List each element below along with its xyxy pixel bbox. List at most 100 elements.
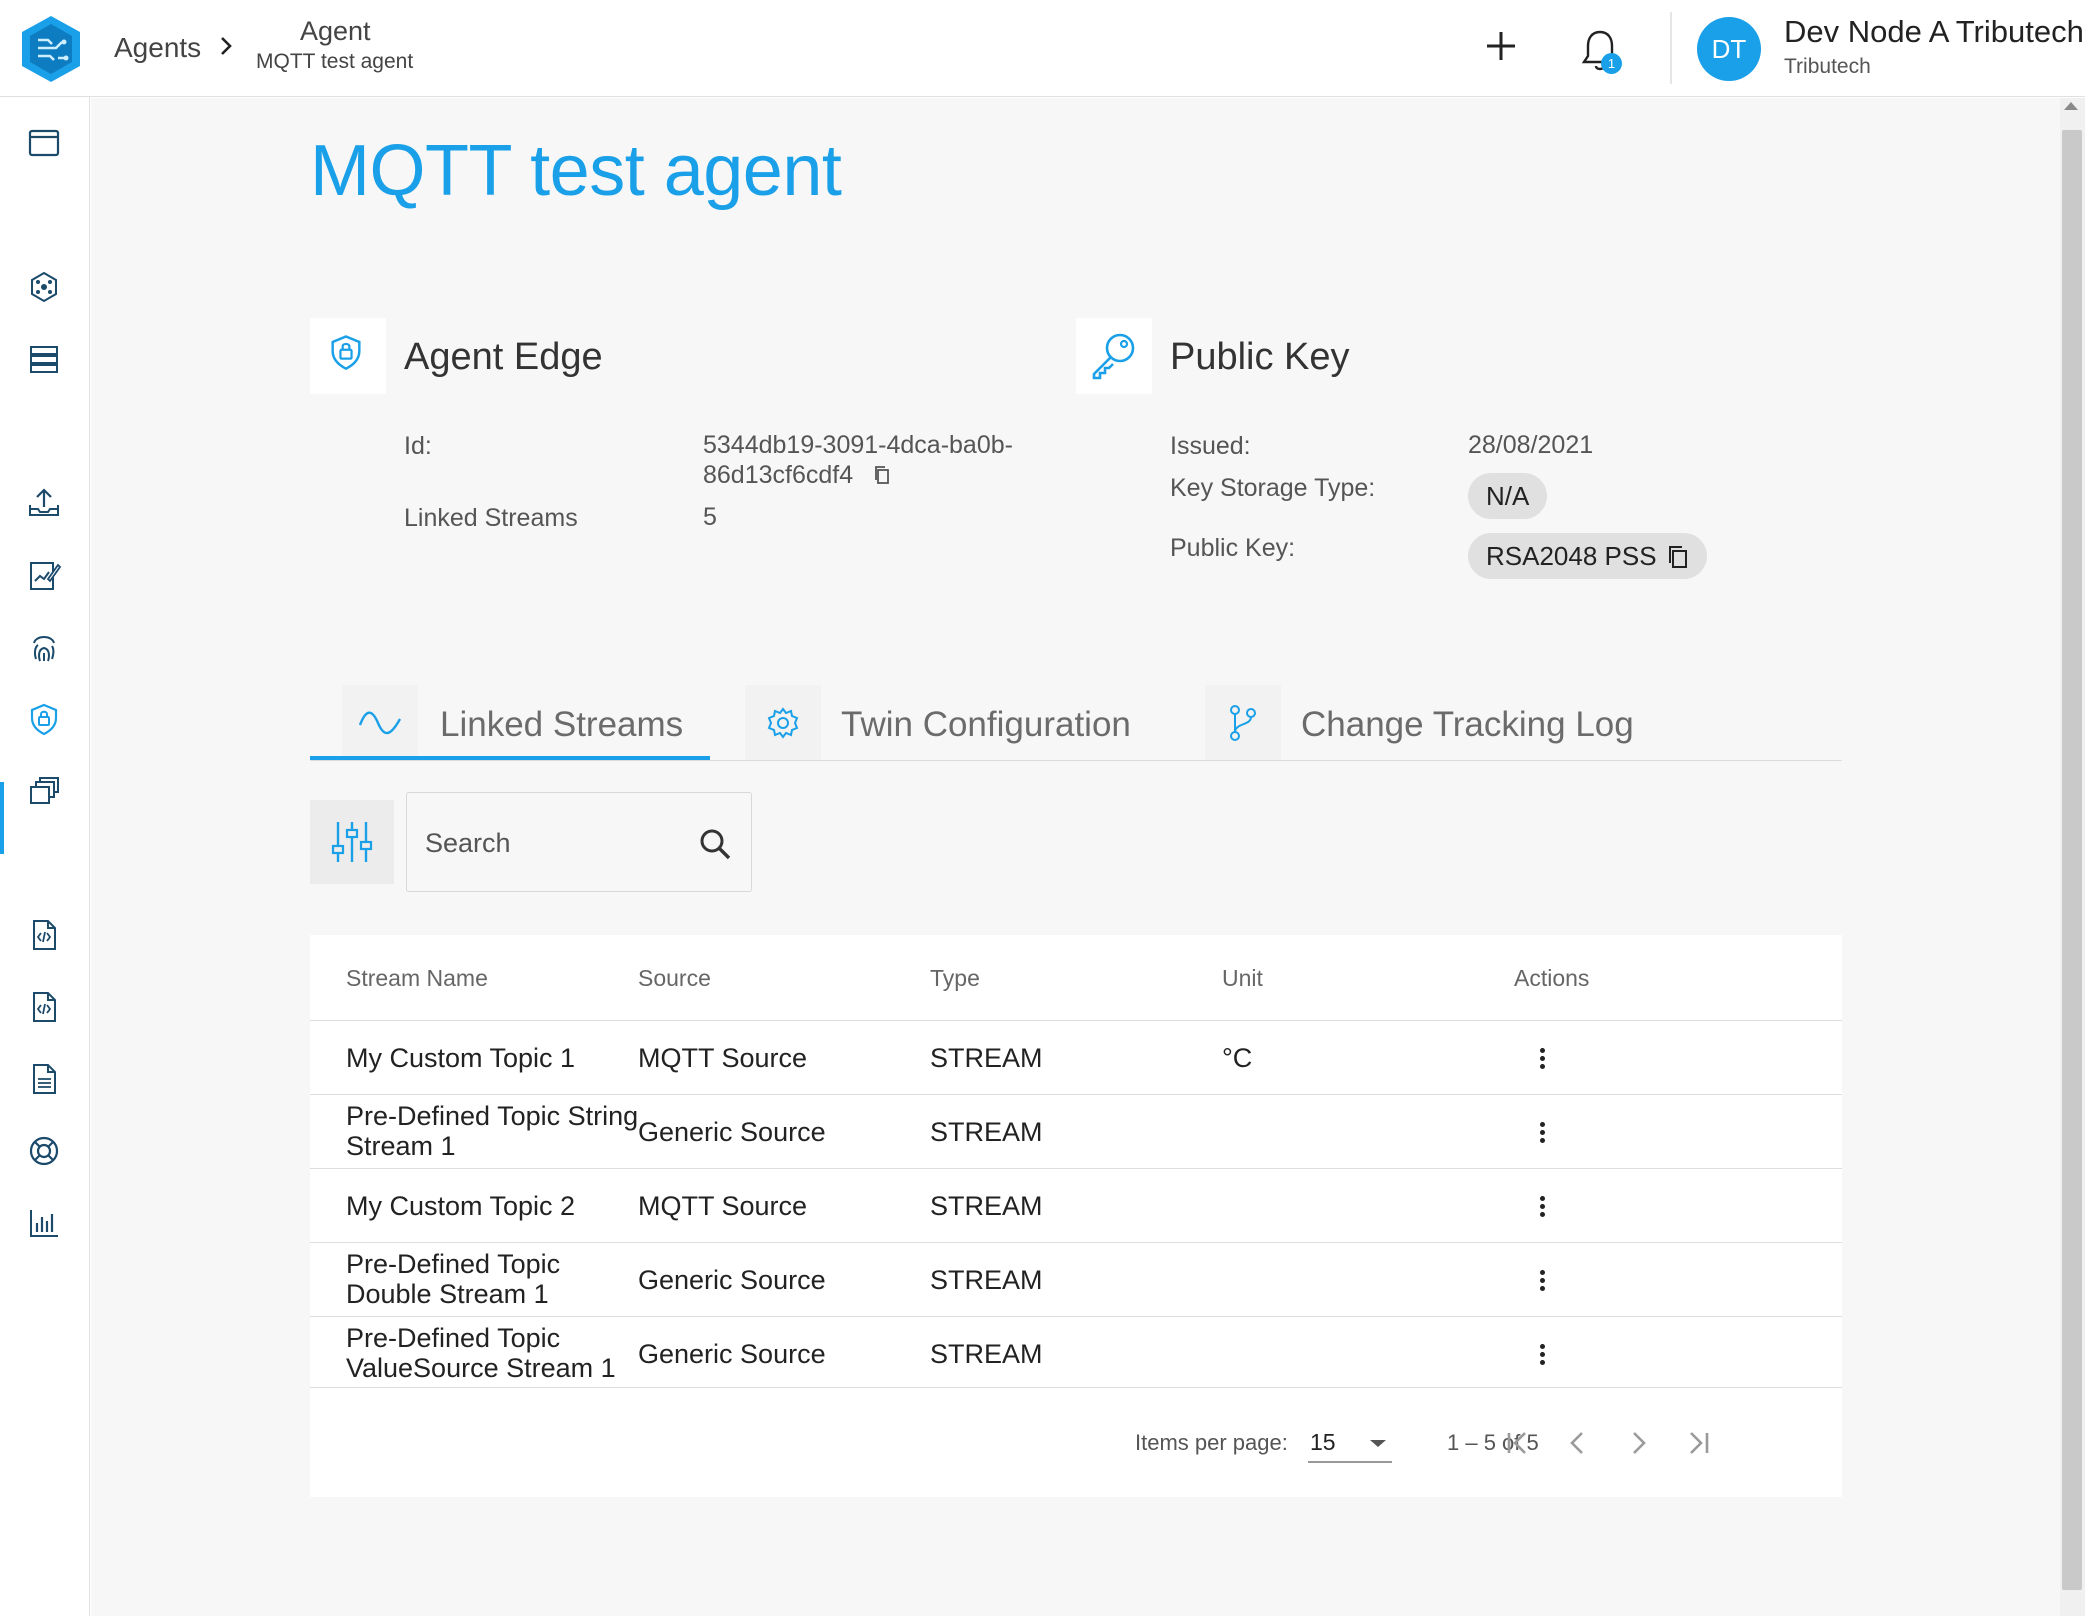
key-storage-type-label: Key Storage Type: [1170,474,1376,502]
linked-streams-value: 5 [703,503,717,531]
table-row[interactable]: Pre-Defined Topic String Stream 1 Generi… [310,1094,1842,1168]
table-row[interactable]: Pre-Defined Topic Double Stream 1 Generi… [310,1242,1842,1316]
linked-streams-label: Linked Streams [404,504,578,532]
stream-name-cell-line2: Stream 1 [346,1131,456,1161]
tab-linked-streams[interactable]: Linked Streams [342,685,712,761]
public-key-chip[interactable]: RSA2048 PSS [1468,533,1707,579]
stream-name-cell: Pre-Defined Topic [346,1323,561,1353]
tab-linked-streams-icon-box [342,685,418,761]
edit-chart-icon[interactable] [26,557,62,593]
tab-change-tracking-icon-box [1205,685,1281,761]
previous-page-icon[interactable] [1560,1425,1596,1461]
stream-name-cell-line2: Double Stream 1 [346,1279,549,1309]
key-storage-type-chip: N/A [1468,473,1548,519]
last-page-icon[interactable] [1680,1425,1716,1461]
id-value-line1: 5344db19-3091-4dca-ba0b- [703,431,1013,459]
tab-linked-streams-label: Linked Streams [440,705,684,744]
filter-sliders-icon [331,822,373,862]
row-actions-menu-icon[interactable] [1530,1193,1554,1223]
stream-name-cell: My Custom Topic 2 [346,1191,576,1221]
source-cell: Generic Source [638,1265,826,1295]
type-cell: STREAM [930,1117,1043,1147]
agent-shield-icon[interactable] [26,701,62,737]
code-file-icon-2[interactable] [26,989,62,1025]
agent-edge-icon-box [310,318,386,394]
public-key-heading: Public Key [1170,336,1350,378]
source-cell: Generic Source [638,1117,826,1147]
first-page-icon[interactable] [1500,1425,1536,1461]
linked-streams-table: Stream Name Source Type Unit Actions My … [310,935,1842,1497]
search-input[interactable] [425,823,685,863]
header-divider [1670,12,1672,84]
scroll-up-arrow-icon[interactable] [2064,102,2078,110]
dropdown-caret-icon [1370,1440,1386,1447]
table-row[interactable]: My Custom Topic 1 MQTT Source STREAM °C [310,1020,1842,1094]
public-key-value: RSA2048 PSS [1486,541,1657,571]
issued-label: Issued: [1170,432,1251,460]
sidebar-active-indicator [0,782,4,854]
row-actions-menu-icon[interactable] [1530,1045,1554,1075]
column-header-unit[interactable]: Unit [1222,965,1263,992]
search-field[interactable] [406,792,752,892]
source-cell: MQTT Source [638,1191,808,1221]
search-icon[interactable] [697,826,733,862]
code-file-icon[interactable] [26,917,62,953]
shield-lock-icon [331,335,361,371]
public-key-icon-box [1076,318,1152,394]
filter-button[interactable] [310,800,394,884]
database-icon[interactable] [26,341,62,377]
copy-id-icon[interactable] [873,464,891,486]
items-per-page-value: 15 [1310,1429,1336,1455]
tab-bar-divider [310,760,1842,761]
lifebuoy-icon[interactable] [26,1133,62,1169]
items-per-page-select[interactable]: 15 [1308,1423,1392,1463]
row-actions-menu-icon[interactable] [1530,1341,1554,1371]
source-cell: Generic Source [638,1339,826,1369]
scrollbar-thumb[interactable] [2062,130,2082,1590]
tab-change-tracking-log[interactable]: Change Tracking Log [1205,685,1634,761]
layers-icon[interactable] [26,773,62,809]
key-icon [1092,333,1135,380]
sidebar [0,97,90,1616]
row-actions-menu-icon[interactable] [1530,1267,1554,1297]
upload-icon[interactable] [26,485,62,521]
next-page-icon[interactable] [1620,1425,1656,1461]
stream-name-cell: Pre-Defined Topic String [346,1101,639,1131]
table-row[interactable]: My Custom Topic 2 MQTT Source STREAM [310,1168,1842,1242]
add-icon[interactable] [1483,28,1519,64]
breadcrumb-current-title: Agent [300,16,371,46]
document-icon[interactable] [26,1061,62,1097]
network-icon[interactable] [26,269,62,305]
column-header-source[interactable]: Source [638,965,711,992]
unit-cell: °C [1222,1043,1253,1073]
tab-twin-configuration[interactable]: Twin Configuration [745,685,1145,761]
notification-badge: 1 [1601,53,1622,74]
source-cell: MQTT Source [638,1043,808,1073]
user-name[interactable]: Dev Node A Tributech [1784,14,2084,50]
column-header-stream-name[interactable]: Stream Name [346,965,488,992]
copy-key-icon[interactable] [1667,544,1689,570]
breadcrumb-agents-link[interactable]: Agents [114,32,201,64]
stream-name-cell: My Custom Topic 1 [346,1043,576,1073]
issued-value: 28/08/2021 [1468,431,1594,459]
fingerprint-icon[interactable] [26,629,62,665]
tributech-logo[interactable] [18,14,84,84]
table-row[interactable]: Pre-Defined Topic ValueSource Stream 1 G… [310,1316,1842,1387]
type-cell: STREAM [930,1043,1043,1073]
table-bottom-divider [310,1387,1842,1388]
id-value-line2: 86d13cf6cdf4 [703,461,854,489]
agent-edge-heading: Agent Edge [404,336,603,378]
stream-name-cell: Pre-Defined Topic [346,1249,561,1279]
top-header: Agents Agent MQTT test agent 1 DT Dev No… [0,0,2085,97]
wave-icon [358,711,402,735]
row-actions-menu-icon[interactable] [1530,1119,1554,1149]
column-header-type[interactable]: Type [930,965,980,992]
type-cell: STREAM [930,1191,1043,1221]
window-icon[interactable] [26,125,62,161]
page-title: MQTT test agent [310,131,842,211]
avatar[interactable]: DT [1697,17,1761,81]
stream-name-cell-line2: ValueSource Stream 1 [346,1353,616,1383]
bar-chart-icon[interactable] [26,1205,62,1241]
git-branch-icon [1230,705,1256,741]
items-per-page-label: Items per page: [1135,1430,1288,1455]
